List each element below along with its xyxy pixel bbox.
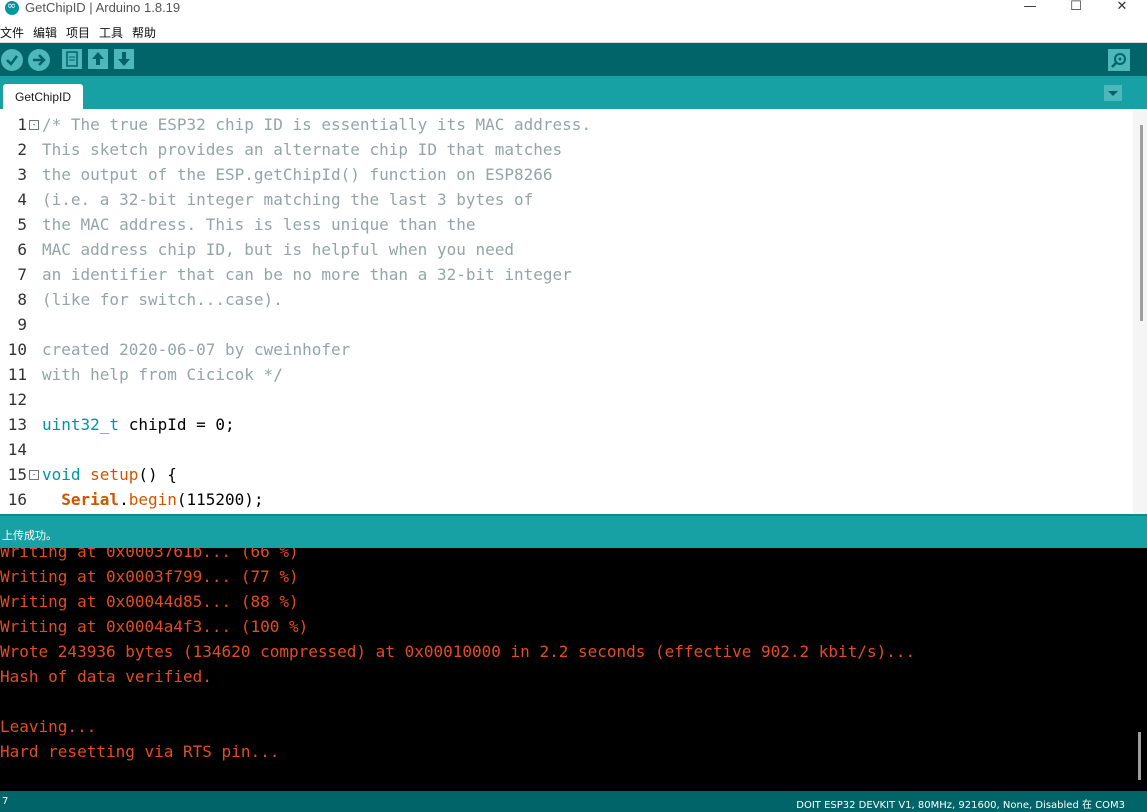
code-line: (i.e. a 32-bit integer matching the last…	[42, 190, 534, 209]
code-line: an identifier that can be no more than a…	[42, 265, 572, 284]
line-number: 15	[7, 465, 27, 484]
line-number: 11	[7, 365, 27, 384]
code-token-type: uint32_t	[42, 415, 120, 434]
line-number: 5	[17, 215, 27, 234]
editor-scrollbar[interactable]	[1133, 109, 1147, 514]
console-line: Writing at 0x0004a4f3... (100 %)	[0, 617, 309, 636]
tab-bar: GetChipID	[0, 76, 1147, 109]
arduino-logo-icon	[5, 0, 19, 15]
line-number: 2	[17, 140, 27, 159]
console-scrollbar-thumb[interactable]	[1138, 732, 1141, 780]
verify-button[interactable]	[1, 49, 23, 71]
code-token-object: Serial	[61, 490, 120, 509]
fold-toggle-icon[interactable]: -	[29, 120, 39, 130]
menu-edit[interactable]: 编辑	[33, 24, 57, 41]
code-line: with help from Cicicok */	[42, 365, 283, 384]
code-line: (like for switch...case).	[42, 290, 283, 309]
line-indicator: 7	[2, 796, 9, 807]
code-line: MAC address chip ID, but is helpful when…	[42, 240, 515, 259]
fold-toggle-icon[interactable]: -	[29, 470, 39, 480]
status-message: 上传成功。	[2, 529, 57, 542]
save-icon	[118, 52, 130, 66]
code-line: Serial.begin(115200);	[42, 487, 264, 512]
line-number: 4	[17, 190, 27, 209]
menu-tools[interactable]: 工具	[99, 24, 123, 41]
code-editor[interactable]: 1 2 3 4 5 6 7 8 9 10 11 12 13 14 15 16 -…	[0, 109, 1147, 514]
menu-file[interactable]: 文件	[0, 24, 24, 41]
tab-getchipid[interactable]: GetChipID	[3, 84, 84, 109]
line-number: 16	[7, 490, 27, 509]
menu-sketch[interactable]: 项目	[66, 24, 90, 41]
console-line: Writing at 0x00044d85... (88 %)	[0, 592, 299, 611]
console-line: Writing at 0x0003761b... (66 %)	[0, 548, 299, 561]
window-title: GetChipID | Arduino 1.8.19	[25, 0, 181, 15]
menu-bar: 文件 编辑 项目 工具 帮助	[0, 22, 1147, 43]
open-button[interactable]	[88, 49, 108, 69]
new-icon	[66, 51, 78, 67]
line-number-gutter: 1 2 3 4 5 6 7 8 9 10 11 12 13 14 15 16 -…	[0, 109, 40, 514]
console-output[interactable]: Writing at 0x0003761b... (66 %) Writing …	[0, 548, 1147, 791]
code-line: This sketch provides an alternate chip I…	[42, 140, 563, 159]
line-number: 9	[17, 315, 27, 334]
line-number: 10	[7, 340, 27, 359]
save-button[interactable]	[114, 49, 134, 69]
line-number: 3	[17, 165, 27, 184]
code-token: chipId = 0;	[119, 415, 235, 434]
code-token: () {	[138, 465, 177, 484]
console-line: Wrote 243936 bytes (134620 compressed) a…	[0, 642, 916, 661]
line-number: 1	[17, 115, 27, 134]
line-number: 13	[7, 415, 27, 434]
code-token: .	[119, 490, 129, 509]
line-number: 12	[7, 390, 27, 409]
minimize-button[interactable]: —	[1010, 0, 1050, 16]
console-line: Hard resetting via RTS pin...	[0, 742, 280, 761]
new-button[interactable]	[62, 49, 82, 69]
serial-monitor-button[interactable]	[1108, 49, 1130, 71]
code-token-function: setup	[80, 465, 139, 484]
close-button[interactable]: ✕	[1102, 0, 1142, 16]
line-number: 6	[17, 240, 27, 259]
editor-scrollbar-thumb[interactable]	[1140, 125, 1143, 321]
bottom-bar: 7 DOIT ESP32 DEVKIT V1, 80MHz, 921600, N…	[0, 791, 1147, 812]
code-line: /* The true ESP32 chip ID is essentially…	[42, 115, 592, 134]
console-line: Leaving...	[0, 717, 97, 736]
line-number: 7	[17, 265, 27, 284]
console-line: Hash of data verified.	[0, 667, 212, 686]
code-line: void setup() {	[42, 462, 177, 487]
maximize-button[interactable]: ☐	[1056, 0, 1096, 16]
board-info: DOIT ESP32 DEVKIT V1, 80MHz, 921600, Non…	[796, 800, 1125, 811]
toolbar	[0, 43, 1147, 76]
tab-menu-chevron-down-icon[interactable]	[1104, 85, 1122, 101]
code-line: the output of the ESP.getChipId() functi…	[42, 165, 553, 184]
code-token: (115200);	[176, 490, 264, 509]
code-line: uint32_t chipId = 0;	[42, 412, 235, 437]
line-number: 14	[7, 440, 27, 459]
code-token-function: begin	[128, 490, 177, 509]
upload-icon	[33, 54, 46, 66]
upload-button[interactable]	[28, 49, 50, 71]
code-line: the MAC address. This is less unique tha…	[42, 215, 476, 234]
menu-help[interactable]: 帮助	[132, 24, 156, 41]
verify-icon	[6, 55, 18, 66]
code-token-type: void	[42, 465, 81, 484]
line-number: 8	[17, 290, 27, 309]
console-line: Writing at 0x0003f799... (77 %)	[0, 567, 299, 586]
title-bar: GetChipID | Arduino 1.8.19 — ☐ ✕	[0, 0, 1147, 22]
open-icon	[92, 52, 104, 65]
status-bar: 上传成功。	[0, 514, 1147, 548]
serial-monitor-icon	[1111, 53, 1126, 68]
code-line: created 2020-06-07 by cweinhofer	[42, 340, 351, 359]
